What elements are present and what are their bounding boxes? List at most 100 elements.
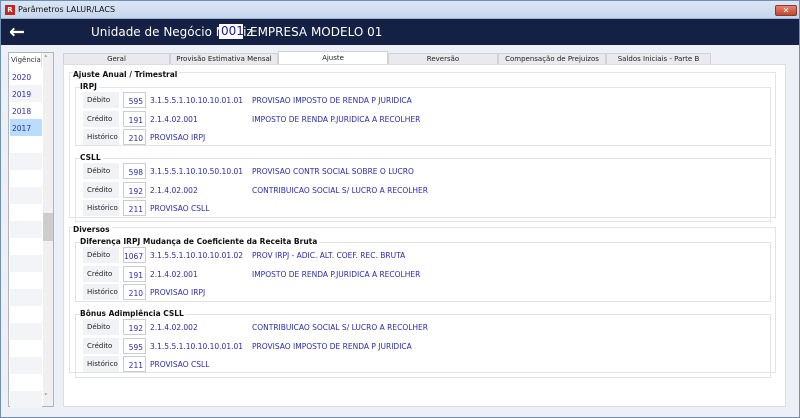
- empty-row: [10, 323, 42, 340]
- account-code: 3.1.5.5.1.10.10.10.01.01: [150, 96, 244, 105]
- scrollbar-thumb[interactable]: [43, 213, 53, 241]
- account-row: Histórico 210 PROVISAO IRPJ: [76, 284, 766, 300]
- empty-row: [10, 289, 42, 306]
- account-description: CONTRIBUICAO SOCIAL S/ LUCRO A RECOLHER: [252, 185, 429, 195]
- vigencia-header: Vigência: [9, 53, 42, 67]
- account-number-input[interactable]: 192: [123, 181, 146, 198]
- section-1: Diversos Diferença IRPJ Mudança de Coefic…: [69, 225, 776, 378]
- empty-row: [10, 255, 42, 272]
- account-row: Crédito 595 3.1.5.5.1.10.10.10.01.01 PROVIS…: [76, 337, 766, 354]
- group-title: CSLL: [80, 153, 103, 162]
- row-label: Histórico: [83, 284, 119, 300]
- row-label: Débito: [83, 92, 119, 108]
- app-window: R Parâmetros LALUR/LACS ✕ ← Unidade de N…: [0, 0, 800, 418]
- account-description: PROVISAO IMPOSTO DE RENDA P JURIDICA: [252, 341, 412, 351]
- account-code: 3.1.5.5.1.10.10.50.10.01: [150, 167, 244, 176]
- row-label: Crédito: [83, 265, 119, 282]
- account-code: 2.1.4.02.001: [150, 269, 198, 279]
- account-code: PROVISAO CSLL: [150, 204, 210, 213]
- empty-row: [10, 374, 42, 391]
- account-row: Débito 192 2.1.4.02.002 CONTRIBUICAO SOCIAL…: [76, 319, 766, 335]
- empty-row: [10, 238, 42, 255]
- vigencia-item[interactable]: 2018: [10, 102, 42, 119]
- empty-row: [10, 391, 42, 408]
- account-number-input[interactable]: 191: [123, 110, 146, 127]
- tab-content-panel: Ajuste Anual / Trimestral IRPJ Débito 595 3.…: [63, 64, 786, 407]
- account-code: PROVISAO IRPJ: [150, 133, 206, 142]
- group-box: Bônus Adimplência CSLL Débito 192 2.1.4.02.…: [75, 309, 771, 378]
- account-description: PROVISAO CONTR SOCIAL SOBRE O LUCRO: [252, 167, 414, 176]
- account-number-input[interactable]: 191: [123, 265, 146, 282]
- vigencia-item[interactable]: 2017: [10, 119, 42, 136]
- section-0: Ajuste Anual / Trimestral IRPJ Débito 595 3.…: [69, 70, 776, 222]
- vigencia-item[interactable]: 2020: [10, 68, 42, 85]
- account-row: Débito 1067 3.1.5.5.1.10.10.10.01.02 PROV I…: [76, 247, 766, 263]
- account-number-input[interactable]: 598: [123, 163, 146, 179]
- row-label: Crédito: [83, 110, 119, 127]
- account-number-input[interactable]: 595: [123, 337, 146, 354]
- account-code: PROVISAO IRPJ: [150, 288, 206, 297]
- group-title: Bônus Adimplência CSLL: [80, 309, 186, 318]
- group-title: Diferença IRPJ Mudança de Coeficiente da…: [80, 237, 320, 246]
- section-title: Diversos: [73, 225, 112, 234]
- account-row: Histórico 211 PROVISAO CSLL: [76, 356, 766, 372]
- row-label: Histórico: [83, 129, 119, 145]
- account-row: Débito 598 3.1.5.5.1.10.10.50.10.01 PROVISA…: [76, 163, 766, 179]
- account-row: Crédito 191 2.1.4.02.001 IMPOSTO DE RENDA P…: [76, 265, 766, 282]
- empty-row: [10, 306, 42, 323]
- account-description: IMPOSTO DE RENDA P.JURIDICA A RECOLHER: [252, 269, 421, 279]
- account-row: Débito 595 3.1.5.5.1.10.10.10.01.01 PROVISA…: [76, 92, 766, 108]
- account-number-input[interactable]: 211: [123, 200, 146, 216]
- account-code: 3.1.5.5.1.10.10.10.01.02: [150, 251, 244, 260]
- account-number-input[interactable]: 210: [123, 284, 146, 300]
- group-box: Diferença IRPJ Mudança de Coeficiente da…: [75, 237, 771, 302]
- header-bar: ← Unidade de Negócio Matriz 001 EMPRESA …: [1, 19, 799, 45]
- empty-row: [10, 187, 42, 204]
- account-row: Crédito 192 2.1.4.02.002 CONTRIBUICAO SOCIA…: [76, 181, 766, 198]
- tab-ajuste-anual-trimestral-diversos[interactable]: Ajuste Anual/Trimestral/Diversos: [278, 51, 388, 74]
- account-number-input[interactable]: 210: [123, 129, 146, 145]
- account-code: PROVISAO CSLL: [150, 360, 210, 369]
- window-title: Parâmetros LALUR/LACS: [18, 5, 116, 14]
- row-label: Débito: [83, 319, 119, 335]
- account-row: Histórico 211 PROVISAO CSLL: [76, 200, 766, 216]
- close-button[interactable]: ✕: [775, 5, 797, 16]
- account-row: Crédito 191 2.1.4.02.001 IMPOSTO DE RENDA P…: [76, 110, 766, 127]
- row-label: Histórico: [83, 200, 119, 216]
- account-number-input[interactable]: 211: [123, 356, 146, 372]
- vigencia-list[interactable]: Vigência 2020 2019 2018 2017 ˄ ˅: [8, 52, 54, 408]
- section-title: Ajuste Anual / Trimestral: [73, 70, 180, 79]
- empty-row: [10, 340, 42, 357]
- empty-row: [10, 136, 42, 153]
- scrollbar[interactable]: ˄ ˅: [43, 53, 53, 406]
- empty-row: [10, 153, 42, 170]
- account-row: Histórico 210 PROVISAO IRPJ: [76, 129, 766, 145]
- account-description: PROVISAO IMPOSTO DE RENDA P JURIDICA: [252, 96, 412, 105]
- group-title: IRPJ: [80, 82, 99, 91]
- account-code: 2.1.4.02.001: [150, 114, 198, 124]
- group-box: CSLL Débito 598 3.1.5.5.1.10.10.50.10.01 PRO…: [75, 153, 771, 222]
- row-label: Débito: [83, 163, 119, 179]
- app-logo-icon: R: [5, 5, 15, 15]
- account-description: IMPOSTO DE RENDA P.JURIDICA A RECOLHER: [252, 114, 421, 124]
- empty-row: [10, 221, 42, 238]
- back-arrow-icon[interactable]: ←: [9, 22, 25, 42]
- business-unit-code-input[interactable]: 001: [219, 24, 244, 39]
- row-label: Débito: [83, 247, 119, 263]
- account-code: 2.1.4.02.002: [150, 185, 198, 195]
- account-number-input[interactable]: 192: [123, 319, 146, 335]
- empty-row: [10, 170, 42, 187]
- empty-row: [10, 272, 42, 289]
- account-code: 3.1.5.5.1.10.10.10.01.01: [150, 341, 244, 351]
- row-label: Histórico: [83, 356, 119, 372]
- empty-row: [10, 204, 42, 221]
- scroll-down-icon[interactable]: ˅: [44, 393, 48, 401]
- scroll-up-icon[interactable]: ˄: [44, 55, 48, 63]
- empty-row: [10, 357, 42, 374]
- group-box: IRPJ Débito 595 3.1.5.5.1.10.10.10.01.01 PRO…: [75, 82, 771, 146]
- account-description: CONTRIBUICAO SOCIAL S/ LUCRO A RECOLHER: [252, 323, 429, 332]
- title-bar: R Parâmetros LALUR/LACS ✕: [1, 1, 799, 19]
- account-number-input[interactable]: 1067: [123, 247, 146, 263]
- account-number-input[interactable]: 595: [123, 92, 146, 108]
- vigencia-item[interactable]: 2019: [10, 85, 42, 102]
